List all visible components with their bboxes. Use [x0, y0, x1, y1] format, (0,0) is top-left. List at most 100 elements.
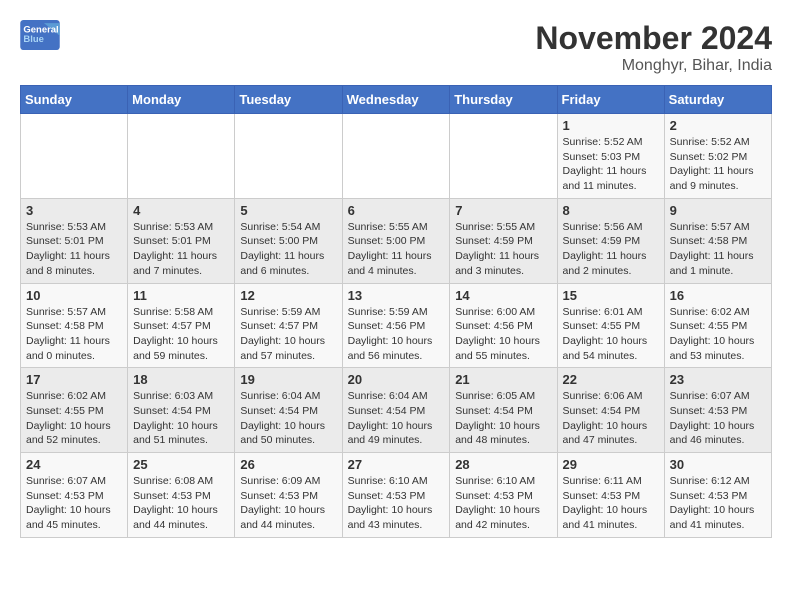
- calendar-cell: 1 Sunrise: 5:52 AM Sunset: 5:03 PM Daylig…: [557, 114, 664, 199]
- calendar-week-row: 17 Sunrise: 6:02 AM Sunset: 4:55 PM Dayli…: [21, 368, 772, 453]
- day-info: Sunrise: 6:07 AM Sunset: 4:53 PM Dayligh…: [670, 389, 766, 448]
- calendar-cell: [235, 114, 342, 199]
- calendar-cell: 6 Sunrise: 5:55 AM Sunset: 5:00 PM Daylig…: [342, 198, 450, 283]
- day-number: 28: [455, 457, 551, 472]
- day-info: Sunrise: 5:57 AM Sunset: 4:58 PM Dayligh…: [26, 305, 122, 364]
- day-number: 20: [348, 372, 445, 387]
- day-number: 17: [26, 372, 122, 387]
- day-number: 15: [563, 288, 659, 303]
- calendar-day-header: Wednesday: [342, 86, 450, 114]
- day-info: Sunrise: 5:53 AM Sunset: 5:01 PM Dayligh…: [133, 220, 229, 279]
- day-info: Sunrise: 5:53 AM Sunset: 5:01 PM Dayligh…: [26, 220, 122, 279]
- day-number: 29: [563, 457, 659, 472]
- page-header: General Blue November 2024 Monghyr, Biha…: [20, 20, 772, 75]
- day-info: Sunrise: 5:52 AM Sunset: 5:03 PM Dayligh…: [563, 135, 659, 194]
- day-info: Sunrise: 5:54 AM Sunset: 5:00 PM Dayligh…: [240, 220, 336, 279]
- day-info: Sunrise: 5:59 AM Sunset: 4:57 PM Dayligh…: [240, 305, 336, 364]
- day-info: Sunrise: 6:12 AM Sunset: 4:53 PM Dayligh…: [670, 474, 766, 533]
- day-info: Sunrise: 5:59 AM Sunset: 4:56 PM Dayligh…: [348, 305, 445, 364]
- day-info: Sunrise: 6:04 AM Sunset: 4:54 PM Dayligh…: [240, 389, 336, 448]
- calendar-cell: 27Sunrise: 6:10 AM Sunset: 4:53 PM Dayli…: [342, 453, 450, 538]
- day-number: 9: [670, 203, 766, 218]
- calendar-cell: [450, 114, 557, 199]
- calendar-day-header: Tuesday: [235, 86, 342, 114]
- calendar-cell: 28Sunrise: 6:10 AM Sunset: 4:53 PM Dayli…: [450, 453, 557, 538]
- calendar-week-row: 24 Sunrise: 6:07 AM Sunset: 4:53 PM Dayli…: [21, 453, 772, 538]
- calendar-cell: 12 Sunrise: 5:59 AM Sunset: 4:57 PM Dayli…: [235, 283, 342, 368]
- day-info: Sunrise: 5:55 AM Sunset: 5:00 PM Dayligh…: [348, 220, 445, 279]
- day-number: 8: [563, 203, 659, 218]
- calendar-day-header: Thursday: [450, 86, 557, 114]
- day-number: 6: [348, 203, 445, 218]
- day-number: 13: [348, 288, 445, 303]
- calendar-day-header: Sunday: [21, 86, 128, 114]
- day-number: 23: [670, 372, 766, 387]
- day-number: 10: [26, 288, 122, 303]
- day-number: 4: [133, 203, 229, 218]
- calendar-cell: 2Sunrise: 5:52 AM Sunset: 5:02 PM Daylig…: [664, 114, 771, 199]
- day-info: Sunrise: 5:58 AM Sunset: 4:57 PM Dayligh…: [133, 305, 229, 364]
- day-number: 7: [455, 203, 551, 218]
- calendar-cell: 20 Sunrise: 6:04 AM Sunset: 4:54 PM Dayli…: [342, 368, 450, 453]
- day-info: Sunrise: 6:10 AM Sunset: 4:53 PM Dayligh…: [348, 474, 445, 533]
- location: Monghyr, Bihar, India: [535, 57, 772, 75]
- month-title: November 2024: [535, 20, 772, 57]
- calendar-cell: [128, 114, 235, 199]
- day-number: 14: [455, 288, 551, 303]
- calendar-cell: 24 Sunrise: 6:07 AM Sunset: 4:53 PM Dayli…: [21, 453, 128, 538]
- day-number: 12: [240, 288, 336, 303]
- day-info: Sunrise: 6:07 AM Sunset: 4:53 PM Dayligh…: [26, 474, 122, 533]
- day-number: 5: [240, 203, 336, 218]
- day-number: 16: [670, 288, 766, 303]
- day-info: Sunrise: 6:02 AM Sunset: 4:55 PM Dayligh…: [670, 305, 766, 364]
- day-info: Sunrise: 6:02 AM Sunset: 4:55 PM Dayligh…: [26, 389, 122, 448]
- logo: General Blue: [20, 20, 60, 50]
- calendar-week-row: 10 Sunrise: 5:57 AM Sunset: 4:58 PM Dayli…: [21, 283, 772, 368]
- calendar-cell: 19 Sunrise: 6:04 AM Sunset: 4:54 PM Dayli…: [235, 368, 342, 453]
- day-info: Sunrise: 6:01 AM Sunset: 4:55 PM Dayligh…: [563, 305, 659, 364]
- day-info: Sunrise: 6:05 AM Sunset: 4:54 PM Dayligh…: [455, 389, 551, 448]
- day-info: Sunrise: 6:06 AM Sunset: 4:54 PM Dayligh…: [563, 389, 659, 448]
- day-number: 21: [455, 372, 551, 387]
- calendar-day-header: Saturday: [664, 86, 771, 114]
- calendar-cell: 23 Sunrise: 6:07 AM Sunset: 4:53 PM Dayli…: [664, 368, 771, 453]
- day-number: 25: [133, 457, 229, 472]
- calendar-cell: 9 Sunrise: 5:57 AM Sunset: 4:58 PM Daylig…: [664, 198, 771, 283]
- day-number: 18: [133, 372, 229, 387]
- day-info: Sunrise: 6:11 AM Sunset: 4:53 PM Dayligh…: [563, 474, 659, 533]
- day-number: 2: [670, 118, 766, 133]
- calendar-cell: 7 Sunrise: 5:55 AM Sunset: 4:59 PM Daylig…: [450, 198, 557, 283]
- calendar-cell: 25 Sunrise: 6:08 AM Sunset: 4:53 PM Dayli…: [128, 453, 235, 538]
- day-info: Sunrise: 6:03 AM Sunset: 4:54 PM Dayligh…: [133, 389, 229, 448]
- calendar-cell: 13 Sunrise: 5:59 AM Sunset: 4:56 PM Dayli…: [342, 283, 450, 368]
- calendar-cell: 3 Sunrise: 5:53 AM Sunset: 5:01 PM Daylig…: [21, 198, 128, 283]
- day-number: 24: [26, 457, 122, 472]
- day-number: 22: [563, 372, 659, 387]
- calendar-cell: 17 Sunrise: 6:02 AM Sunset: 4:55 PM Dayli…: [21, 368, 128, 453]
- calendar-cell: 22 Sunrise: 6:06 AM Sunset: 4:54 PM Dayli…: [557, 368, 664, 453]
- calendar-cell: 5 Sunrise: 5:54 AM Sunset: 5:00 PM Daylig…: [235, 198, 342, 283]
- day-info: Sunrise: 6:04 AM Sunset: 4:54 PM Dayligh…: [348, 389, 445, 448]
- calendar-week-row: 3 Sunrise: 5:53 AM Sunset: 5:01 PM Daylig…: [21, 198, 772, 283]
- calendar-cell: 21 Sunrise: 6:05 AM Sunset: 4:54 PM Dayli…: [450, 368, 557, 453]
- day-info: Sunrise: 5:55 AM Sunset: 4:59 PM Dayligh…: [455, 220, 551, 279]
- calendar-cell: 10 Sunrise: 5:57 AM Sunset: 4:58 PM Dayli…: [21, 283, 128, 368]
- day-info: Sunrise: 5:56 AM Sunset: 4:59 PM Dayligh…: [563, 220, 659, 279]
- calendar-cell: [21, 114, 128, 199]
- calendar-cell: 30 Sunrise: 6:12 AM Sunset: 4:53 PM Dayli…: [664, 453, 771, 538]
- day-number: 3: [26, 203, 122, 218]
- day-number: 30: [670, 457, 766, 472]
- calendar-cell: 16 Sunrise: 6:02 AM Sunset: 4:55 PM Dayli…: [664, 283, 771, 368]
- day-number: 1: [563, 118, 659, 133]
- calendar-cell: 26 Sunrise: 6:09 AM Sunset: 4:53 PM Dayli…: [235, 453, 342, 538]
- day-info: Sunrise: 6:08 AM Sunset: 4:53 PM Dayligh…: [133, 474, 229, 533]
- calendar-day-header: Friday: [557, 86, 664, 114]
- calendar-header-row: SundayMondayTuesdayWednesdayThursdayFrid…: [21, 86, 772, 114]
- day-info: Sunrise: 6:09 AM Sunset: 4:53 PM Dayligh…: [240, 474, 336, 533]
- day-info: Sunrise: 5:57 AM Sunset: 4:58 PM Dayligh…: [670, 220, 766, 279]
- day-number: 26: [240, 457, 336, 472]
- day-info: Sunrise: 6:00 AM Sunset: 4:56 PM Dayligh…: [455, 305, 551, 364]
- day-number: 19: [240, 372, 336, 387]
- calendar-cell: 8 Sunrise: 5:56 AM Sunset: 4:59 PM Daylig…: [557, 198, 664, 283]
- logo-icon: General Blue: [20, 20, 60, 50]
